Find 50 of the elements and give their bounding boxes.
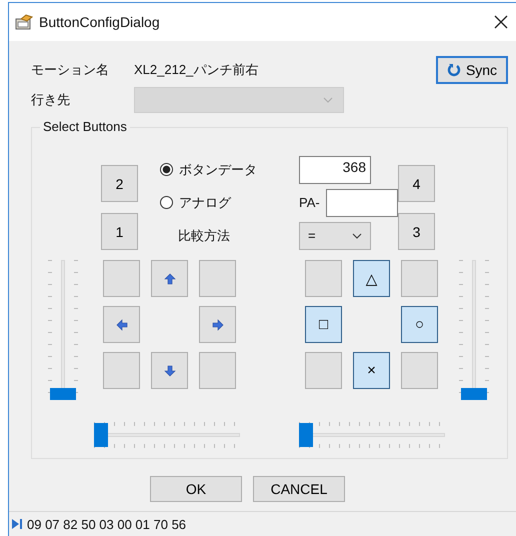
status-text: 09 07 82 50 03 00 01 70 56 xyxy=(27,516,186,532)
left-arrow-icon xyxy=(116,318,128,330)
slider-thumb[interactable] xyxy=(299,423,313,447)
destination-label: 行き先 xyxy=(31,91,71,109)
motion-name-value: XL2_212_パンチ前右 xyxy=(134,61,260,79)
cancel-button[interactable]: CANCEL xyxy=(253,476,345,502)
compare-label: 比較方法 xyxy=(177,226,231,244)
slider-thumb[interactable] xyxy=(94,423,108,447)
pad-button[interactable] xyxy=(199,352,236,389)
chevron-down-icon xyxy=(352,232,362,238)
pad-button[interactable] xyxy=(199,260,236,297)
pad-button[interactable] xyxy=(103,260,140,297)
shoulder-button[interactable]: 3 xyxy=(398,213,435,250)
shoulder-button[interactable]: 2 xyxy=(101,165,138,202)
radio-button[interactable]: アナログ xyxy=(160,194,272,212)
arrow-button[interactable] xyxy=(151,260,188,297)
sync-button[interactable]: Sync xyxy=(436,56,508,84)
chevron-down-icon xyxy=(323,97,333,103)
ok-button[interactable]: OK xyxy=(150,476,242,502)
analog-prefix-label: PA- xyxy=(299,195,321,210)
pad-button[interactable] xyxy=(401,260,438,297)
face-button[interactable]: × xyxy=(353,352,390,389)
button-data-field[interactable]: 368 xyxy=(299,156,371,184)
app-icon xyxy=(15,14,33,30)
compare-dropdown[interactable]: = xyxy=(299,222,371,250)
pad-button[interactable] xyxy=(401,352,438,389)
close-icon[interactable] xyxy=(494,15,508,29)
refresh-icon xyxy=(446,63,461,77)
face-button[interactable]: ○ xyxy=(401,306,438,343)
shoulder-button[interactable]: 1 xyxy=(101,213,138,250)
motion-name-label: モーション名 xyxy=(31,61,110,79)
slider-thumb[interactable] xyxy=(461,388,487,400)
face-button[interactable]: □ xyxy=(305,306,342,343)
pad-button[interactable] xyxy=(305,260,342,297)
pad-button[interactable] xyxy=(305,352,342,389)
slider-thumb[interactable] xyxy=(50,388,76,400)
analog-field[interactable] xyxy=(326,188,398,216)
pad-button[interactable] xyxy=(103,352,140,389)
arrow-button[interactable] xyxy=(199,306,236,343)
arrow-button[interactable] xyxy=(151,352,188,389)
down-arrow-icon xyxy=(164,364,176,376)
up-arrow-icon xyxy=(164,272,176,284)
face-button[interactable]: △ xyxy=(353,260,390,297)
skip-end-icon xyxy=(11,518,23,530)
right-arrow-icon xyxy=(212,318,224,330)
window-title: ButtonConfigDialog xyxy=(39,14,161,30)
radio-button[interactable]: ボタンデータ xyxy=(160,160,272,178)
shoulder-button[interactable]: 4 xyxy=(398,165,435,202)
group-title: Select Buttons xyxy=(40,119,130,134)
arrow-button[interactable] xyxy=(103,306,140,343)
